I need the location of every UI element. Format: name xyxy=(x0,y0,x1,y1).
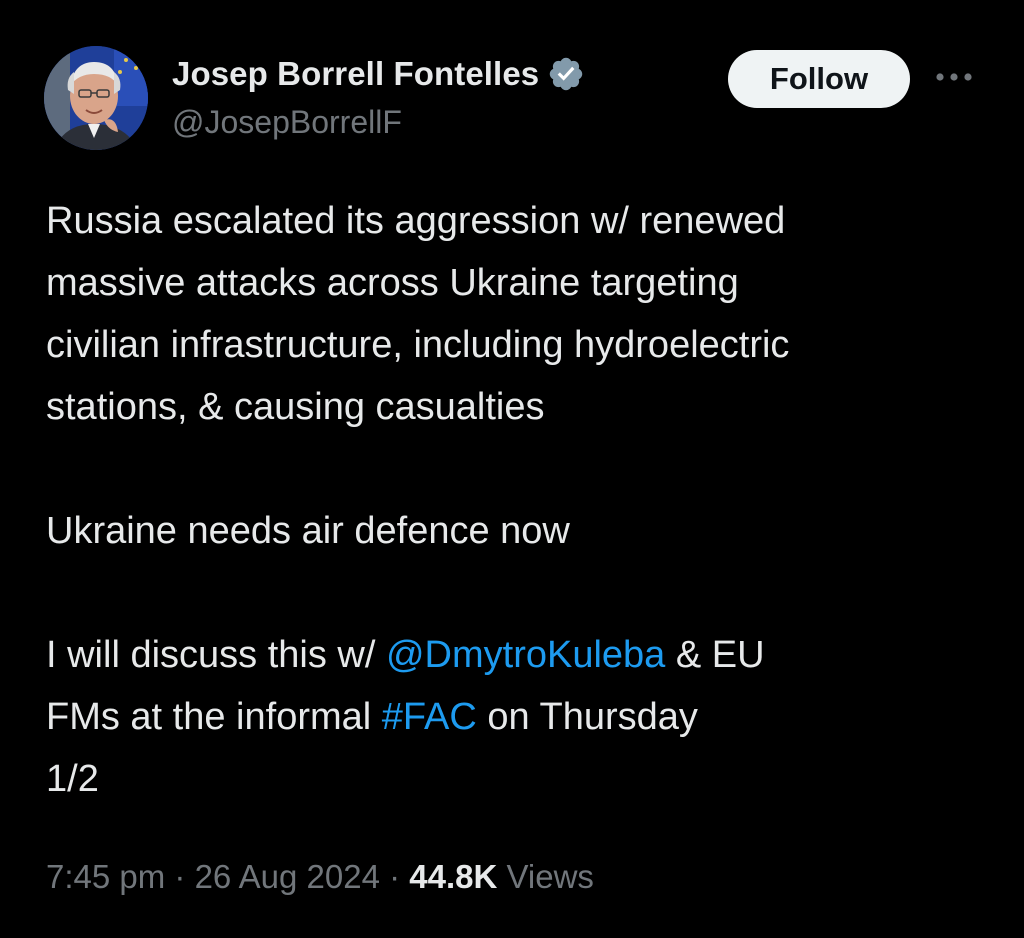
more-horizontal-icon[interactable] xyxy=(932,62,976,92)
follow-button[interactable]: Follow xyxy=(728,50,910,108)
tweet-text: Russia escalated its aggression w/ renew… xyxy=(46,190,996,810)
tweet-date[interactable]: 26 Aug 2024 xyxy=(195,858,380,895)
tweet-line: FMs at the informal #FAC on Thursday xyxy=(46,686,996,748)
tweet-text-segment: on Thursday xyxy=(476,696,698,738)
tweet-line: Ukraine needs air defence now xyxy=(46,510,570,552)
tweet: Josep Borrell Fontelles @JosepBorrellF F… xyxy=(0,0,1024,938)
meta-separator: · xyxy=(165,858,195,895)
author-name-row: Josep Borrell Fontelles xyxy=(172,52,585,96)
views-count[interactable]: 44.8K xyxy=(409,858,497,895)
tweet-line: civilian infrastructure, including hydro… xyxy=(46,324,790,366)
views-label: Views xyxy=(497,858,594,895)
tweet-line: Russia escalated its aggression w/ renew… xyxy=(46,200,786,242)
verified-badge-icon[interactable] xyxy=(547,55,585,93)
tweet-line: stations, & causing casualties xyxy=(46,386,545,428)
tweet-line: I will discuss this w/ @DmytroKuleba & E… xyxy=(46,624,996,686)
mention-link[interactable]: @DmytroKuleba xyxy=(386,634,665,676)
display-name[interactable]: Josep Borrell Fontelles xyxy=(172,55,539,93)
meta-separator: · xyxy=(379,858,410,895)
tweet-text-segment: FMs at the informal xyxy=(46,696,382,738)
hashtag-link[interactable]: #FAC xyxy=(382,696,477,738)
tweet-time[interactable]: 7:45 pm xyxy=(46,858,165,895)
author-handle[interactable]: @JosepBorrellF xyxy=(172,104,402,141)
tweet-text-segment: & EU xyxy=(665,634,765,676)
tweet-line: massive attacks across Ukraine targeting xyxy=(46,262,739,304)
avatar[interactable] xyxy=(44,46,148,150)
tweet-text-segment: I will discuss this w/ xyxy=(46,634,386,676)
tweet-meta: 7:45 pm · 26 Aug 2024 · 44.8K Views xyxy=(46,858,594,896)
tweet-line: 1/2 xyxy=(46,758,99,800)
profile-photo xyxy=(44,46,148,150)
